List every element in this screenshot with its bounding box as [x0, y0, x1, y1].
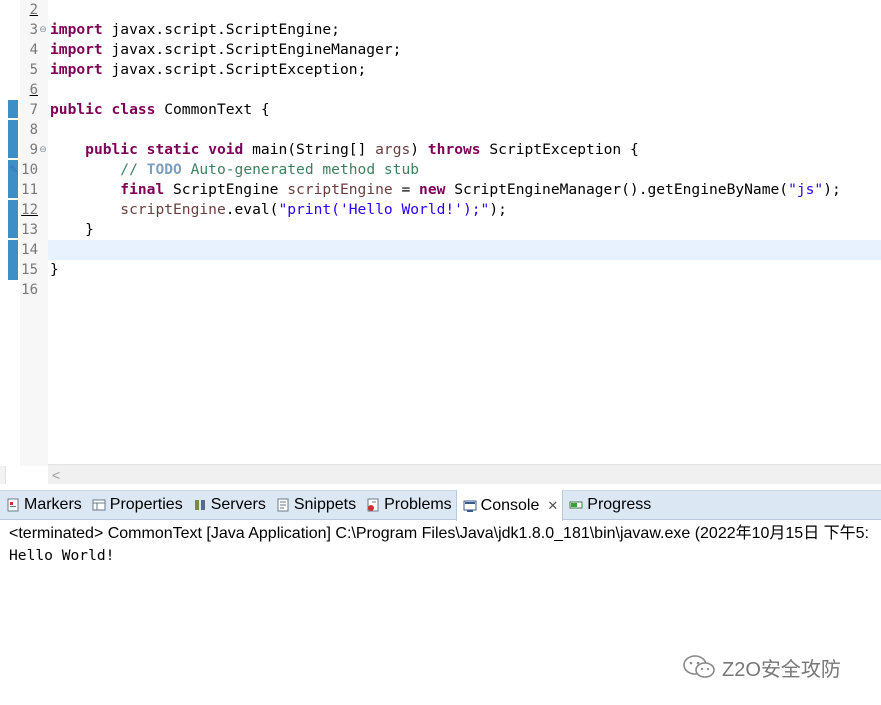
fold-collapse-icon[interactable]: ⊖ — [38, 140, 48, 160]
horizontal-scrollbar[interactable]: < — [48, 464, 881, 484]
tab-label: Properties — [109, 496, 183, 513]
wechat-icon — [682, 654, 716, 680]
line-number: 12 — [21, 202, 38, 218]
tab-label: Servers — [210, 496, 266, 513]
tab-snippets[interactable]: Snippets — [270, 490, 360, 520]
code-line: public static void main(String[] args) t… — [85, 141, 639, 158]
line-number: 5 — [29, 62, 38, 78]
close-icon[interactable]: ✕ — [547, 498, 558, 514]
code-line: import javax.script.ScriptException; — [50, 61, 367, 78]
line-number: 9 — [29, 142, 38, 158]
panel-tab-bar: Markers Properties Servers Snippets Prob… — [0, 490, 881, 521]
line-number: 8 — [29, 122, 38, 138]
tab-label: Problems — [384, 496, 452, 513]
line-number: 3 — [29, 22, 38, 38]
servers-icon — [193, 498, 207, 512]
tab-markers[interactable]: Markers — [0, 490, 86, 520]
line-number: 11 — [21, 182, 38, 198]
line-number-gutter: 2 3 ⊖ 4 5 6 7 8 9 ⊖ 10 11 12 13 14 15 16 — [20, 0, 48, 466]
tab-label: Console — [480, 496, 540, 514]
code-line: final ScriptEngine scriptEngine = new Sc… — [120, 181, 841, 198]
progress-icon — [569, 498, 583, 512]
line-number: 13 — [21, 222, 38, 238]
line-number: 7 — [29, 102, 38, 118]
tab-progress[interactable]: Progress — [563, 490, 655, 520]
problems-icon — [366, 498, 380, 512]
snippets-icon — [276, 498, 290, 512]
tab-label: Progress — [587, 496, 652, 513]
code-line: // TODO Auto-generated method stub — [120, 161, 420, 178]
console-output: Hello World! — [9, 547, 115, 564]
code-line: } — [50, 221, 94, 238]
line-number: 10 — [21, 162, 38, 178]
tab-properties[interactable]: Properties — [86, 490, 187, 520]
markers-icon — [6, 498, 20, 512]
scroll-left-icon[interactable]: < — [52, 465, 60, 485]
tab-servers[interactable]: Servers — [187, 490, 270, 520]
change-ruler — [8, 100, 18, 280]
tab-problems[interactable]: Problems — [360, 490, 456, 520]
line-number: 14 — [21, 242, 38, 258]
line-number: 16 — [21, 282, 38, 298]
watermark-text: Z2O安全攻防 — [722, 658, 841, 681]
line-number: 4 — [29, 42, 38, 58]
tab-label: Markers — [24, 496, 82, 513]
line-number: 6 — [29, 82, 38, 98]
line-number: 15 — [21, 262, 38, 278]
fold-collapse-icon[interactable]: ⊖ — [38, 20, 48, 40]
code-area[interactable]: import javax.script.ScriptEngine; import… — [50, 0, 881, 460]
console-icon — [463, 499, 477, 513]
code-line: import javax.script.ScriptEngineManager; — [50, 41, 402, 58]
code-editor[interactable]: ✎ 2 3 ⊖ 4 5 6 7 8 9 ⊖ 10 11 12 13 14 15 … — [0, 0, 881, 484]
code-line: public class CommonText { — [50, 101, 270, 118]
task-marker-icon[interactable]: ✎ — [9, 163, 19, 177]
code-line: import javax.script.ScriptEngine; — [50, 21, 340, 38]
watermark: Z2O安全攻防 — [682, 652, 841, 682]
properties-icon — [92, 498, 106, 512]
console-process-status: <terminated> CommonText [Java Applicatio… — [9, 525, 869, 542]
tab-console[interactable]: Console ✕ — [455, 490, 564, 521]
code-line: scriptEngine.eval("print('Hello World!')… — [120, 201, 507, 218]
code-line: } — [50, 261, 59, 278]
tab-label: Snippets — [293, 496, 357, 513]
line-number: 2 — [29, 2, 38, 18]
